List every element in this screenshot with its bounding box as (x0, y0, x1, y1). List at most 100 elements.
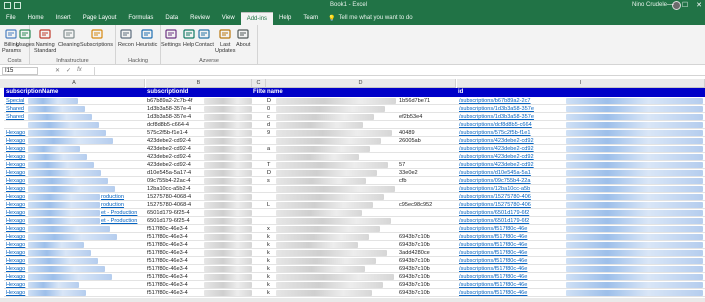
about-button[interactable]: About (236, 27, 250, 48)
cell-name[interactable]: D (266, 169, 274, 177)
cell-resource-id[interactable]: /subscriptions/f517f80c-46e (458, 281, 568, 289)
cell-subscription-id[interactable]: 1d3b3a58-357e-4 (146, 113, 204, 121)
last-updates-button[interactable]: Last Updates (215, 27, 236, 54)
cell-subscription-id[interactable]: 09c755b4-22ac-4 (146, 177, 204, 185)
cell-name[interactable]: k (266, 281, 274, 289)
cell-resource-id[interactable]: /subscriptions/dcf8d8b5-c664 (458, 121, 568, 129)
save-icon[interactable] (4, 2, 11, 9)
cell-resource-id[interactable]: /subscriptions/f517f80c-46e (458, 257, 568, 265)
cell-subscription-id[interactable]: f517f80c-46e3-4 (146, 233, 204, 241)
column-header-i[interactable]: I (457, 79, 705, 88)
tab-insert[interactable]: Insert (50, 12, 77, 25)
cancel-icon[interactable]: ✕ (55, 67, 60, 74)
cell-name-suffix[interactable]: 6943b7c10b (398, 241, 456, 249)
tab-help[interactable]: Help (273, 12, 297, 25)
cell-resource-id[interactable]: /subscriptions/12ba10cc-a5b (458, 185, 568, 193)
cell-resource-id[interactable]: /subscriptions/423debe2-cd92 (458, 145, 568, 153)
cell-name-suffix[interactable]: 3add4280ce (398, 249, 456, 257)
cell-subscription-id[interactable]: 15275780-4068-4 (146, 193, 204, 201)
cell-name[interactable]: k (266, 265, 274, 273)
cell-subscription-id[interactable]: 1d3b3a58-357e-4 (146, 105, 204, 113)
cell-name-suffix[interactable]: 1b56d7be71 (398, 97, 456, 105)
cell-name[interactable]: k (266, 233, 274, 241)
cell-name[interactable]: k (266, 241, 274, 249)
cell-name[interactable]: k (266, 273, 274, 281)
cell-subscription-id[interactable]: 15275780-4068-4 (146, 201, 204, 209)
cell-resource-id[interactable]: /subscriptions/f517f80c-46e (458, 265, 568, 273)
cell-name[interactable] (266, 185, 274, 193)
tell-me-search[interactable]: 💡 Tell me what you want to do (324, 12, 417, 25)
cell-subscription-name-suffix[interactable]: et - Production (100, 217, 145, 225)
cell-name[interactable]: s (266, 177, 274, 185)
cell-resource-id[interactable]: /subscriptions/1d3b3a58-357e (458, 113, 568, 121)
cell-resource-id[interactable]: /subscriptions/09c755b4-22a (458, 177, 568, 185)
cell-subscription-id[interactable]: f517f80c-46e3-4 (146, 281, 204, 289)
cell-resource-id[interactable]: /subscriptions/f517f80c-46e (458, 225, 568, 233)
cell-name[interactable] (266, 153, 274, 161)
header-filter[interactable]: Filter (252, 88, 266, 97)
cell-name-suffix[interactable]: 6943b7c10b (398, 273, 456, 281)
tab-review[interactable]: Review (184, 12, 216, 25)
contact-button[interactable]: Contact (195, 27, 214, 48)
cell-name[interactable]: L (266, 201, 274, 209)
header-subscription-id[interactable]: subscriptionId (146, 88, 252, 97)
cell-name[interactable]: T (266, 161, 274, 169)
cell-resource-id[interactable]: /subscriptions/15275780-406 (458, 201, 568, 209)
column-header-c[interactable]: C (252, 79, 266, 88)
cell-resource-id[interactable]: /subscriptions/f517f80c-46e (458, 273, 568, 281)
cell-subscription-id[interactable]: f517f80c-46e3-4 (146, 241, 204, 249)
cell-subscription-id[interactable]: f517f80c-46e3-4 (146, 289, 204, 297)
maximize-button[interactable]: ☐ (682, 1, 688, 9)
cell-resource-id[interactable]: /subscriptions/423debe2-cd92 (458, 161, 568, 169)
cell-resource-id[interactable]: /subscriptions/423debe2-cd92 (458, 137, 568, 145)
cell-name[interactable]: D (266, 97, 274, 105)
cell-subscription-name-suffix[interactable]: et - Production (100, 209, 145, 217)
cell-subscription-id[interactable]: 423debe2-cd92-4 (146, 137, 204, 145)
tab-page-layout[interactable]: Page Layout (77, 12, 123, 25)
tab-home[interactable]: Home (22, 12, 50, 25)
cell-name[interactable] (266, 137, 274, 145)
enter-icon[interactable]: ✓ (66, 67, 71, 74)
cell-subscription-id[interactable]: 6501d179-6f25-4 (146, 217, 204, 225)
cell-resource-id[interactable]: /subscriptions/6501d179-6f2 (458, 209, 568, 217)
cell-subscription-id[interactable]: f517f80c-46e3-4 (146, 249, 204, 257)
cell-resource-id[interactable]: /subscriptions/d10e545a-5a1 (458, 169, 568, 177)
undo-icon[interactable] (14, 2, 21, 9)
cell-name[interactable] (266, 193, 274, 201)
user-name[interactable]: Nino Crudele (632, 2, 667, 8)
column-header-b[interactable]: B (146, 79, 252, 88)
cell-subscription-name-suffix[interactable]: roduction (100, 193, 145, 201)
cell-name[interactable]: k (266, 289, 274, 297)
cell-name[interactable]: k (266, 249, 274, 257)
minimize-button[interactable]: — (667, 1, 674, 9)
cell-name-suffix[interactable]: cfb (398, 177, 456, 185)
cell-name-suffix[interactable]: ef2b53e4 (398, 113, 456, 121)
formula-input[interactable] (94, 67, 703, 75)
tab-file[interactable]: File (0, 12, 22, 25)
cell-name-suffix[interactable]: 33e0e2 (398, 169, 456, 177)
header-subscription-name[interactable]: subscriptionName (5, 88, 145, 97)
tab-data[interactable]: Data (159, 12, 184, 25)
cell-resource-id[interactable]: /subscriptions/423debe2-cd92 (458, 153, 568, 161)
cell-name-suffix[interactable]: c95ec98c952 (398, 201, 456, 209)
column-header-d[interactable]: D (266, 79, 456, 88)
cell-name[interactable]: d (266, 121, 274, 129)
cell-subscription-id[interactable]: f517f80c-46e3-4 (146, 265, 204, 273)
cell-subscription-id[interactable]: dcf8d8b5-c664-4 (146, 121, 204, 129)
column-header-a[interactable]: A (4, 79, 145, 88)
cell-name-suffix[interactable]: 40489 (398, 129, 456, 137)
heuristic-button[interactable]: Heuristic (136, 27, 157, 48)
tab-view[interactable]: View (216, 12, 241, 25)
close-button[interactable]: ✕ (696, 1, 702, 9)
cell-resource-id[interactable]: /subscriptions/f517f80c-46e (458, 289, 568, 297)
cell-subscription-id[interactable]: 575c2f5b-f1e1-4 (146, 129, 204, 137)
cell-name[interactable]: 0 (266, 105, 274, 113)
help-button[interactable]: Help (182, 27, 195, 48)
cell-resource-id[interactable]: /subscriptions/f517f80c-46e (458, 233, 568, 241)
cell-subscription-id[interactable]: 12ba10cc-a5b2-4 (146, 185, 204, 193)
header-id[interactable]: id (457, 88, 703, 97)
cell-name-suffix[interactable]: 6943b7c10b (398, 257, 456, 265)
cell-subscription-id[interactable]: b67b89a2-2c7b-4f (146, 97, 204, 105)
cell-resource-id[interactable]: /subscriptions/1d3b3a58-357e (458, 105, 568, 113)
tab-add-ins[interactable]: Add-ins (240, 12, 274, 25)
